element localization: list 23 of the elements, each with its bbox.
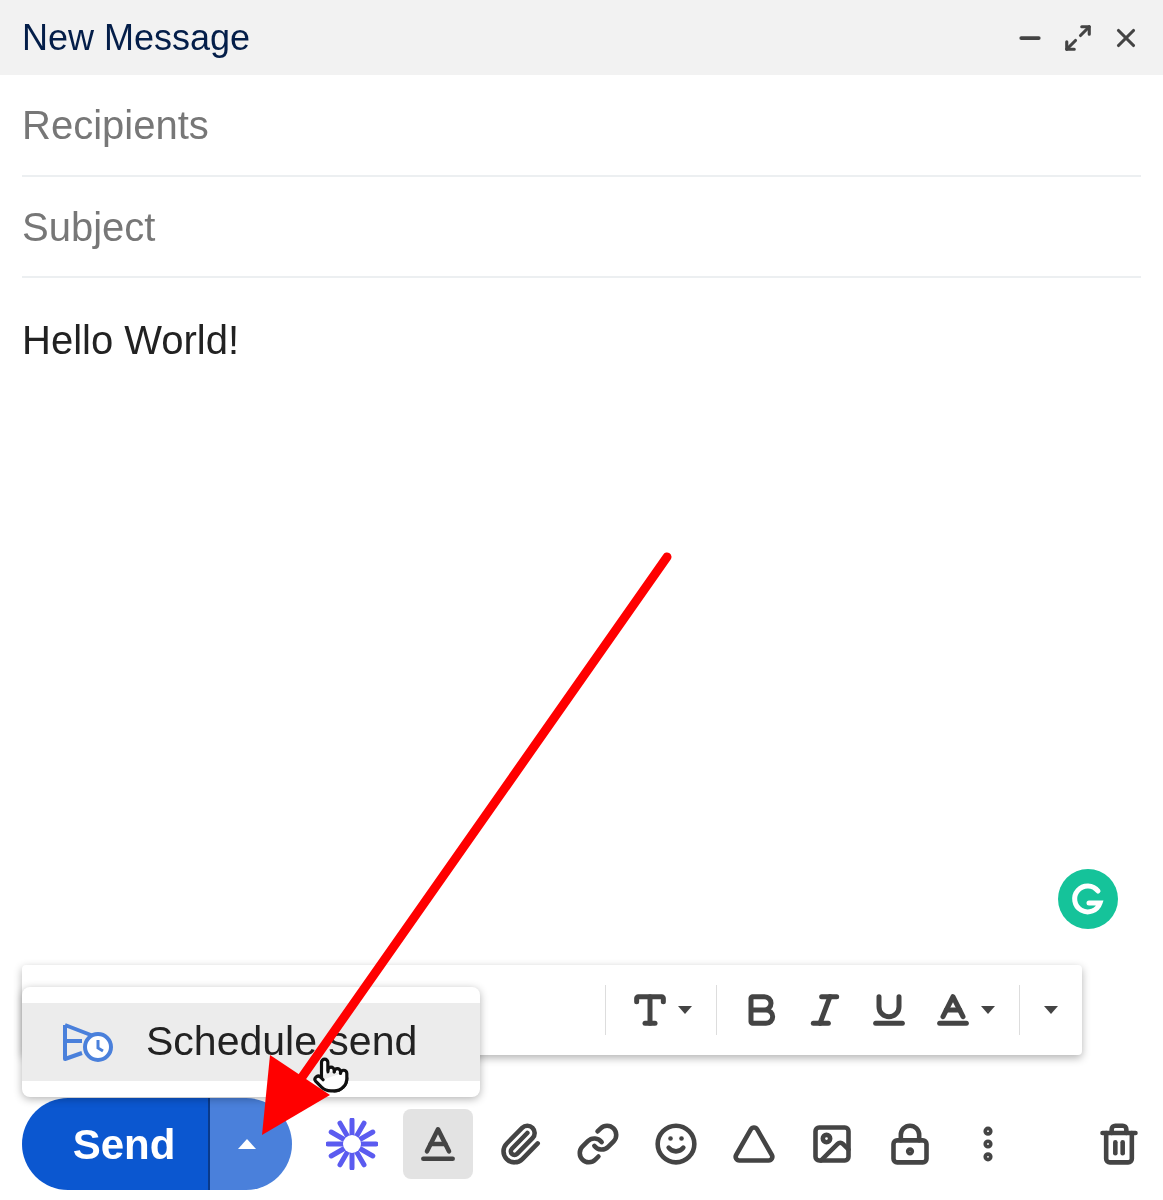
hand-cursor-icon — [312, 1056, 350, 1094]
schedule-send-icon — [62, 1021, 116, 1063]
image-icon[interactable] — [810, 1122, 854, 1166]
send-button[interactable]: Send — [22, 1098, 208, 1190]
subject-field[interactable]: Subject — [22, 196, 1141, 257]
window-title: New Message — [22, 15, 251, 60]
formatting-options-button[interactable] — [403, 1109, 473, 1179]
triangle-icon[interactable] — [732, 1122, 776, 1166]
recipients-field[interactable]: Recipients — [22, 95, 1141, 155]
menu-item[interactable]: Schedule send — [22, 1003, 480, 1081]
message-body[interactable]: Hello World! — [22, 318, 240, 362]
caret-icon — [1044, 1006, 1058, 1014]
caret-up-icon — [238, 1139, 256, 1149]
expand-icon[interactable] — [1063, 22, 1093, 53]
caret-icon — [678, 1006, 692, 1014]
menu-item-label: Schedule send — [146, 1017, 418, 1067]
paperclip-icon[interactable] — [498, 1122, 542, 1166]
trash-icon[interactable] — [1097, 1122, 1141, 1166]
emoji-icon[interactable] — [654, 1122, 698, 1166]
lock-clock-icon[interactable] — [888, 1122, 932, 1166]
sparkle-icon[interactable] — [326, 1118, 378, 1170]
link-icon[interactable] — [576, 1122, 620, 1166]
caret-icon — [981, 1006, 995, 1014]
